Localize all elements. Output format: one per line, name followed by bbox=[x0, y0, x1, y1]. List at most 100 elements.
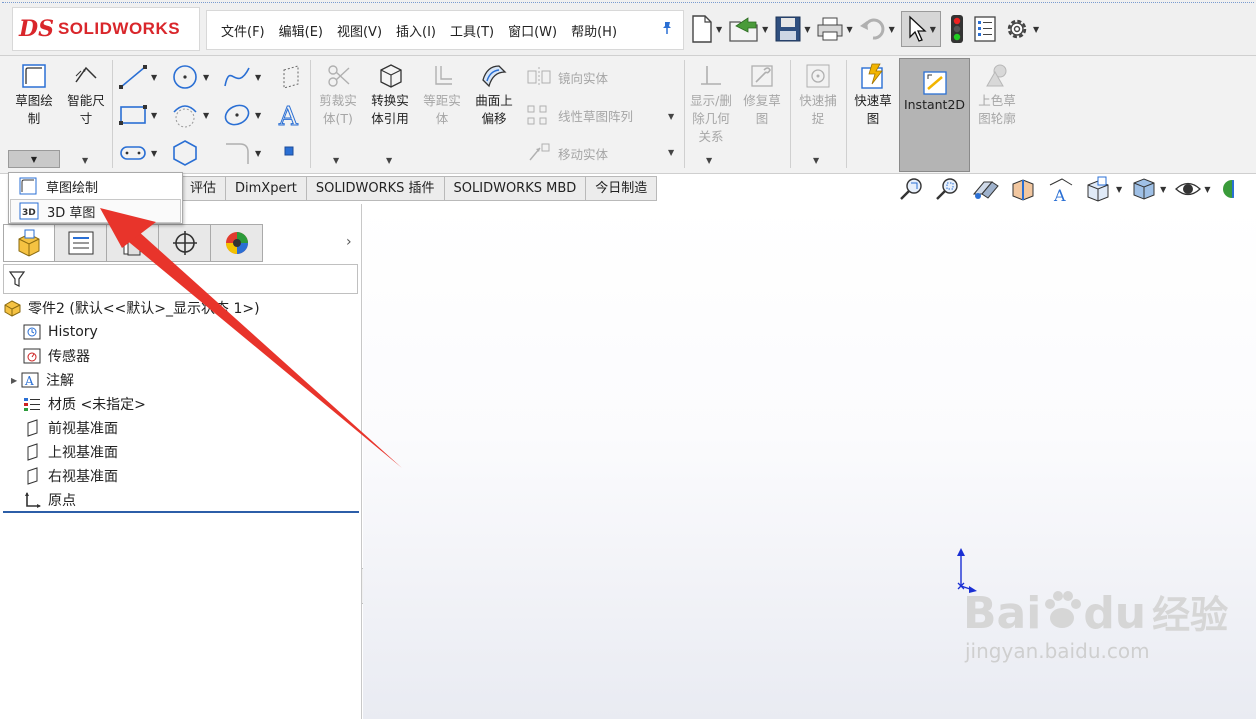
tree-rollback-bar[interactable] bbox=[3, 511, 359, 513]
convert-entities-button[interactable]: 转换实体引用 bbox=[364, 62, 416, 128]
trim-entities-button[interactable]: 剪裁实体(T) bbox=[314, 62, 362, 128]
tab-display-manager[interactable] bbox=[211, 224, 263, 262]
surface-offset-icon bbox=[482, 65, 507, 88]
tab-mbd[interactable]: SOLIDWORKS MBD bbox=[444, 176, 587, 201]
tree-item-annotations[interactable]: ▶ A 注解 bbox=[3, 368, 359, 392]
convert-caret[interactable]: ▼ bbox=[386, 156, 392, 165]
trim-caret[interactable]: ▼ bbox=[333, 156, 339, 165]
quick-snaps-button[interactable]: 快速捕捉 bbox=[794, 62, 842, 128]
smart-dimension-caret[interactable]: ▼ bbox=[82, 156, 88, 165]
display-style-dropdown[interactable]: ▼ bbox=[1130, 175, 1166, 203]
point-tool[interactable] bbox=[282, 144, 296, 158]
tree-filter[interactable] bbox=[3, 264, 358, 294]
tree-item-material[interactable]: 材质 <未指定> bbox=[3, 392, 359, 416]
expand-arrow-icon[interactable]: ▶ bbox=[11, 376, 21, 385]
arc-tool[interactable]: ▼ bbox=[170, 102, 209, 128]
instant2d-button[interactable]: Instant2D bbox=[899, 58, 970, 172]
new-button[interactable]: ▼ bbox=[690, 11, 722, 47]
tab-addins[interactable]: SOLIDWORKS 插件 bbox=[306, 176, 445, 201]
surface-offset-label: 曲面上偏移 bbox=[475, 93, 513, 126]
tree-item-right-plane[interactable]: 右视基准面 bbox=[3, 464, 359, 488]
tab-dimxpert-manager[interactable] bbox=[159, 224, 211, 262]
spline-tool[interactable]: ▼ bbox=[222, 64, 261, 90]
rectangle-tool[interactable]: ▼ bbox=[118, 102, 157, 128]
plane-tool[interactable] bbox=[280, 64, 302, 90]
rapid-sketch-button[interactable]: 快速草图 bbox=[849, 62, 897, 128]
move-caret[interactable]: ▼ bbox=[668, 148, 674, 157]
fillet-tool[interactable]: ▼ bbox=[222, 140, 261, 166]
linear-pattern-caret[interactable]: ▼ bbox=[668, 112, 674, 121]
menu-file[interactable]: 文件(F) bbox=[221, 21, 265, 40]
solidworks-logo[interactable]: DS SOLIDWORKS bbox=[12, 7, 200, 51]
menu-item-sketch[interactable]: 草图绘制 bbox=[10, 174, 181, 198]
menu-edit[interactable]: 编辑(E) bbox=[279, 21, 323, 40]
offset-entities-button[interactable]: 等距实体 bbox=[418, 62, 466, 128]
panel-scroll-right-icon[interactable]: › bbox=[346, 234, 352, 250]
view-orientation-button[interactable]: A bbox=[1046, 175, 1076, 203]
appearance-button[interactable] bbox=[1218, 176, 1235, 202]
menu-insert[interactable]: 插入(I) bbox=[396, 21, 436, 40]
tab-evaluate[interactable]: 评估 bbox=[180, 176, 227, 201]
shaded-sketch-contours-button[interactable]: 上色草图轮廓 bbox=[972, 62, 1022, 128]
menu-item-sketch-label: 草图绘制 bbox=[46, 180, 99, 196]
open-folder-icon bbox=[729, 17, 758, 42]
smart-dimension-button[interactable]: 智能尺寸 bbox=[62, 62, 110, 128]
tree-item-history[interactable]: History bbox=[3, 320, 359, 344]
previous-view-button[interactable] bbox=[970, 176, 1000, 202]
sketch-dropdown-toggle[interactable]: ▼ bbox=[8, 150, 60, 168]
circle-tool[interactable]: ▼ bbox=[170, 64, 209, 90]
save-button[interactable]: ▼ bbox=[774, 11, 810, 47]
tab-configuration-manager[interactable] bbox=[107, 224, 159, 262]
menu-help[interactable]: 帮助(H) bbox=[571, 21, 617, 40]
text-icon: A bbox=[278, 102, 300, 131]
zoom-to-area-button[interactable] bbox=[934, 176, 962, 202]
tree-item-origin[interactable]: 原点 bbox=[3, 488, 359, 512]
text-tool[interactable]: A bbox=[276, 100, 304, 131]
pin-icon[interactable] bbox=[661, 21, 673, 39]
menu-window[interactable]: 窗口(W) bbox=[508, 21, 557, 40]
relations-caret[interactable]: ▼ bbox=[706, 156, 712, 165]
tab-property-manager[interactable] bbox=[55, 224, 107, 262]
menu-item-3d-sketch[interactable]: 3D 3D 草图 bbox=[10, 199, 181, 223]
move-entities-button[interactable]: 移动实体 bbox=[526, 142, 608, 164]
display-relations-button[interactable]: 显示/删除几何关系 bbox=[688, 62, 734, 146]
file-properties-button[interactable] bbox=[973, 11, 997, 47]
ribbon-separator bbox=[684, 60, 685, 168]
zoom-to-fit-button[interactable] bbox=[898, 176, 926, 202]
view-orientation-dropdown[interactable]: ▼ bbox=[1084, 175, 1122, 203]
tab-feature-manager[interactable] bbox=[3, 224, 55, 262]
ribbon-separator bbox=[112, 60, 113, 168]
line-tool[interactable]: ▼ bbox=[118, 64, 157, 90]
tree-item-top-plane[interactable]: 上视基准面 bbox=[3, 440, 359, 464]
repair-sketch-button[interactable]: 修复草图 bbox=[738, 62, 786, 128]
quick-snaps-caret[interactable]: ▼ bbox=[813, 156, 819, 165]
print-button[interactable]: ▼ bbox=[816, 11, 853, 47]
tree-item-sensors[interactable]: 传感器 bbox=[3, 344, 359, 368]
menu-tools[interactable]: 工具(T) bbox=[450, 21, 494, 40]
tab-manufacturing[interactable]: 今日制造 bbox=[586, 176, 658, 201]
tree-root-part[interactable]: 零件2 (默认<<默认>_显示状态 1>) bbox=[3, 296, 359, 320]
options-button[interactable]: ▼ bbox=[1003, 11, 1039, 47]
open-button[interactable]: ▼ bbox=[728, 11, 768, 47]
graphics-area[interactable]: Bai du 经验 jingyan.baidu.com bbox=[363, 204, 1256, 719]
linear-pattern-button[interactable]: 线性草图阵列 bbox=[526, 104, 633, 126]
mirror-entities-button[interactable]: 镜向实体 bbox=[526, 66, 608, 88]
offset-icon bbox=[435, 66, 452, 85]
rebuild-button[interactable] bbox=[947, 11, 967, 47]
offset-on-surface-button[interactable]: 曲面上偏移 bbox=[468, 62, 520, 128]
section-view-icon bbox=[1012, 179, 1034, 201]
tab-dimxpert[interactable]: DimXpert bbox=[226, 176, 307, 201]
select-button[interactable]: ▼ bbox=[900, 11, 941, 47]
section-view-button[interactable] bbox=[1008, 176, 1038, 202]
slot-tool[interactable]: ▼ bbox=[118, 140, 157, 166]
arc-icon bbox=[173, 105, 197, 128]
tree-item-label: 前视基准面 bbox=[48, 421, 118, 437]
sketch-button[interactable]: 草图绘制 bbox=[8, 62, 60, 128]
tree-item-front-plane[interactable]: 前视基准面 bbox=[3, 416, 359, 440]
hide-show-items-dropdown[interactable]: ▼ bbox=[1174, 176, 1210, 202]
ellipse-icon bbox=[224, 104, 250, 126]
polygon-tool[interactable] bbox=[170, 140, 200, 166]
undo-button[interactable]: ▼ bbox=[859, 11, 895, 47]
ellipse-tool[interactable]: ▼ bbox=[222, 102, 261, 128]
menu-view[interactable]: 视图(V) bbox=[337, 21, 382, 40]
